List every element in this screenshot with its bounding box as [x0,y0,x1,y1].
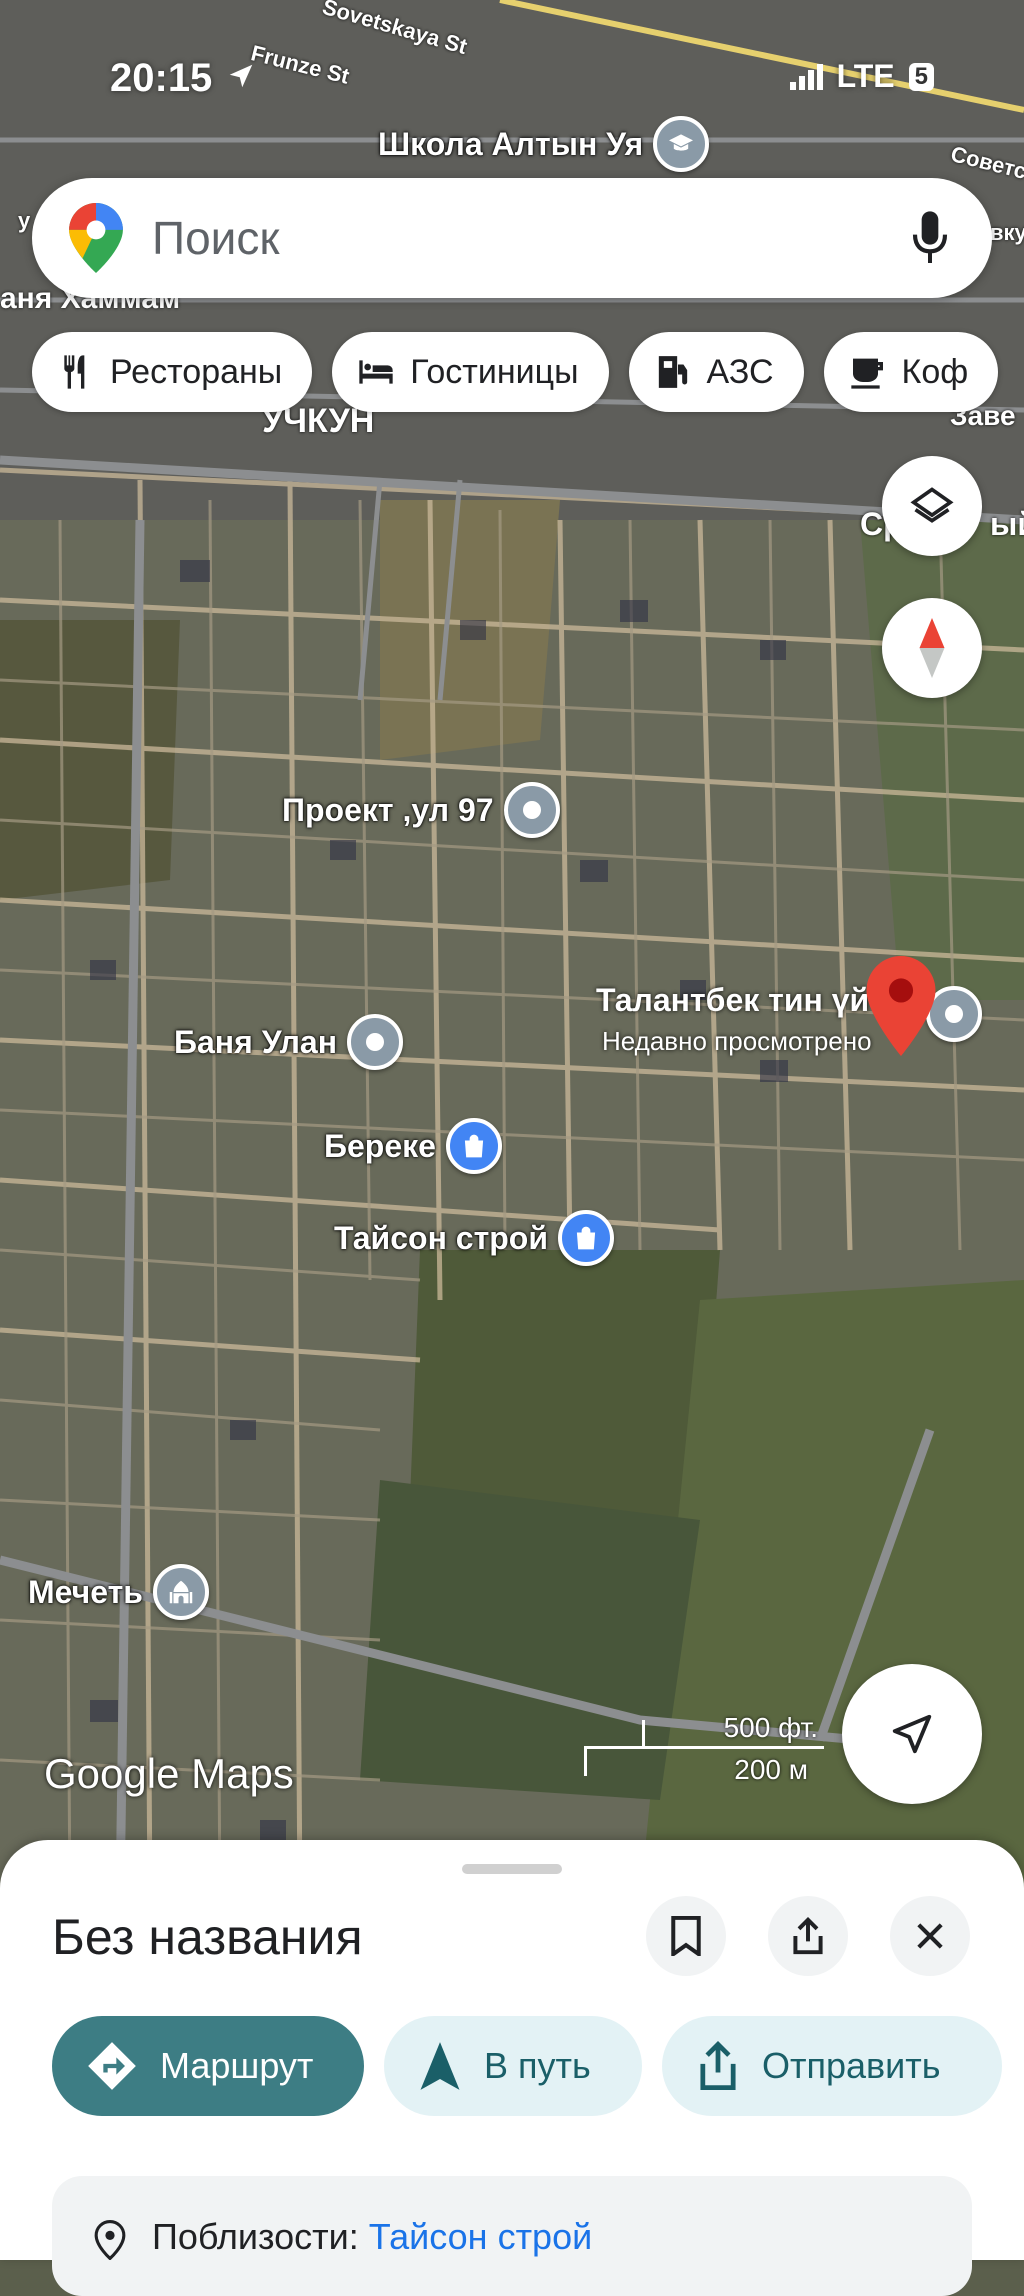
place-banya[interactable]: Баня Улан [174,1014,404,1070]
start-button[interactable]: В путь [384,2016,642,2116]
nearby-link[interactable]: Тайсон строй [369,2216,592,2257]
chip-restaurants[interactable]: Рестораны [32,332,313,412]
chip-label: Гостиницы [410,352,579,391]
place-school[interactable]: Школа Алтын Уя [378,116,710,172]
scale-m: 200 м [734,1754,808,1785]
place-title: Без названия [52,1909,363,1965]
chip-label: Рестораны [110,352,283,391]
battery-icon: 5 [908,62,934,91]
save-button[interactable] [646,1896,726,1976]
place-label: Мечеть [28,1573,143,1610]
search-input[interactable] [150,210,910,266]
close-icon [917,1923,943,1949]
chip-gas-stations[interactable]: АЗС [628,332,804,412]
chip-label: Коф [901,352,969,391]
dropped-pin-group[interactable]: Талантбек тин үй Недавно просмотрено [596,956,1016,1066]
google-maps-watermark: Google Maps [44,1750,294,1797]
location-pin-icon [94,2220,126,2260]
chip-hotels[interactable]: Гостиницы [332,332,609,412]
place-marker-icon [347,1014,404,1070]
shopping-bag-icon [558,1210,615,1266]
layers-icon [910,487,954,523]
place-label: Талантбек тин үй [596,982,870,1018]
share-icon [700,2040,736,2091]
recently-viewed-label: Недавно просмотрено [602,1026,872,1056]
layers-button[interactable] [882,456,982,556]
bed-icon [359,360,393,384]
scale-bar: 500 фт. 200 м [584,1712,824,1785]
directions-icon [88,2042,136,2090]
chip-label: АЗС [706,352,774,391]
nearby-prefix: Поблизости: [152,2216,369,2257]
place-tayson[interactable]: Тайсон строй [334,1210,615,1266]
search-bar[interactable] [32,178,992,298]
place-proekt[interactable]: Проект ,ул 97 [282,782,560,838]
nearby-text: Поблизости: Тайсон строй [152,2216,592,2258]
gas-station-icon [658,356,687,388]
google-maps-logo-icon [69,203,123,273]
start-label: В путь [484,2045,591,2086]
place-label: Проект ,ул 97 [282,791,494,828]
street-label: ый [990,506,1024,542]
directions-button[interactable]: Маршрут [52,2016,364,2116]
place-mosque[interactable]: Мечеть [28,1564,209,1620]
network-type: LTE [836,58,895,94]
my-location-button[interactable] [842,1664,982,1804]
drag-handle[interactable] [462,1864,562,1874]
chip-coffee[interactable]: Коф [823,332,999,412]
nearby-card[interactable]: Поблизости: Тайсон строй [52,2176,972,2296]
place-bereke[interactable]: Береке [324,1118,502,1174]
compass-icon [919,618,945,678]
place-label: Береке [324,1127,436,1164]
send-label: Отправить [762,2045,941,2086]
place-label: Школа Алтын Уя [378,125,644,162]
street-label: у [18,208,31,233]
red-pin-icon [866,956,936,1056]
send-button[interactable]: Отправить [662,2016,1002,2116]
bookmark-icon [671,1916,701,1956]
place-label: Тайсон строй [334,1219,549,1256]
school-icon [653,116,710,172]
place-marker-icon [503,782,560,838]
bottom-sheet: Без названия Маршрут В путь Отправить По… [0,1840,1024,2296]
shopping-bag-icon [445,1118,502,1174]
navigation-icon [420,2042,460,2090]
microphone-icon[interactable] [910,209,950,267]
coffee-icon [850,358,883,389]
signal-icon [789,63,823,90]
clock: 20:15 [110,56,213,100]
street-label: вкун [990,220,1024,245]
category-chips: Рестораны Гостиницы АЗС Коф [32,332,999,412]
share-icon [793,1916,823,1955]
status-icons: LTE 5 [789,58,934,95]
navigation-arrow-icon [892,1714,932,1754]
compass-button[interactable] [882,598,982,698]
share-button[interactable] [768,1896,848,1976]
mosque-icon [152,1564,209,1620]
place-label: Баня Улан [174,1023,338,1060]
scale-ft: 500 фт. [723,1712,818,1743]
directions-label: Маршрут [160,2045,314,2086]
status-time: 20:15 [110,56,256,101]
fork-knife-icon [64,355,85,389]
close-button[interactable] [890,1896,970,1976]
